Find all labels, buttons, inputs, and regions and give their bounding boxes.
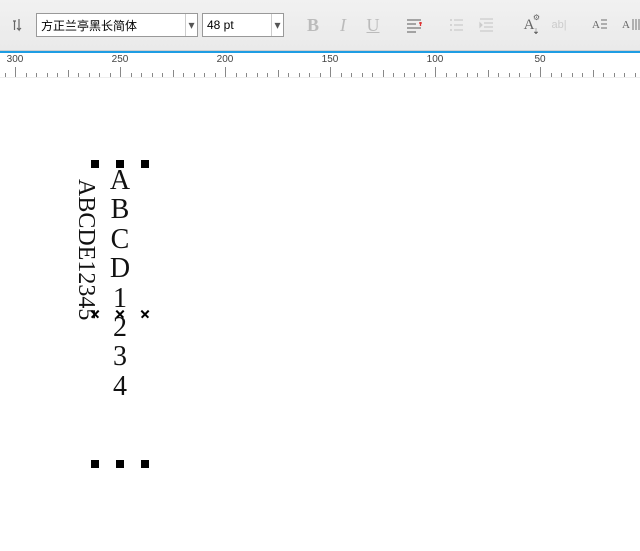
ruler-tick-label: 100: [427, 54, 444, 65]
ruler-tick-label: 150: [322, 54, 339, 65]
selection-handle-n[interactable]: [116, 160, 124, 168]
character-format-button[interactable]: A ⚙: [516, 12, 542, 38]
text-direction-horizontal-button[interactable]: A: [588, 12, 614, 38]
selection-handle-nw[interactable]: [91, 160, 99, 168]
text-orientation-icon[interactable]: [6, 12, 32, 38]
selection-handle-w[interactable]: [90, 309, 100, 319]
text-direction-vertical-button[interactable]: A: [618, 12, 640, 38]
font-name-combo[interactable]: ▾: [36, 13, 198, 37]
svg-text:A: A: [622, 19, 630, 31]
font-name-dropdown-arrow[interactable]: ▾: [185, 14, 197, 36]
svg-text:A: A: [592, 19, 600, 31]
font-size-input[interactable]: [203, 15, 271, 35]
italic-button[interactable]: I: [330, 12, 356, 38]
ruler-tick-label: 250: [112, 54, 129, 65]
underline-button[interactable]: U: [360, 12, 386, 38]
ruler-tick-label: 50: [534, 54, 545, 65]
edit-text-button[interactable]: ab|: [546, 12, 572, 38]
selection-handle-sw[interactable]: [91, 460, 99, 468]
font-name-input[interactable]: [37, 15, 185, 35]
text-object-vertical[interactable]: ABCD1234: [110, 166, 130, 401]
list-button[interactable]: [444, 12, 470, 38]
selection-center-marker[interactable]: [115, 309, 125, 319]
font-size-combo[interactable]: ▾: [202, 13, 284, 37]
selection-handle-s[interactable]: [116, 460, 124, 468]
align-button[interactable]: [402, 12, 428, 38]
canvas[interactable]: ABCDE12345 ABCD1234: [0, 78, 640, 551]
bold-button[interactable]: B: [300, 12, 326, 38]
font-size-dropdown-arrow[interactable]: ▾: [271, 14, 283, 36]
selection-handle-e[interactable]: [140, 309, 150, 319]
indent-button[interactable]: [474, 12, 500, 38]
toolbar: ▾ ▾ B I U A ⚙ ab| A A: [0, 0, 640, 51]
selection-handle-ne[interactable]: [141, 160, 149, 168]
selection-handle-se[interactable]: [141, 460, 149, 468]
horizontal-ruler[interactable]: 300 250 200 150 100 50: [0, 51, 640, 78]
ruler-tick-label: 200: [217, 54, 234, 65]
ruler-tick-label: 300: [7, 54, 24, 65]
selection-box: ABCD1234: [95, 164, 145, 464]
